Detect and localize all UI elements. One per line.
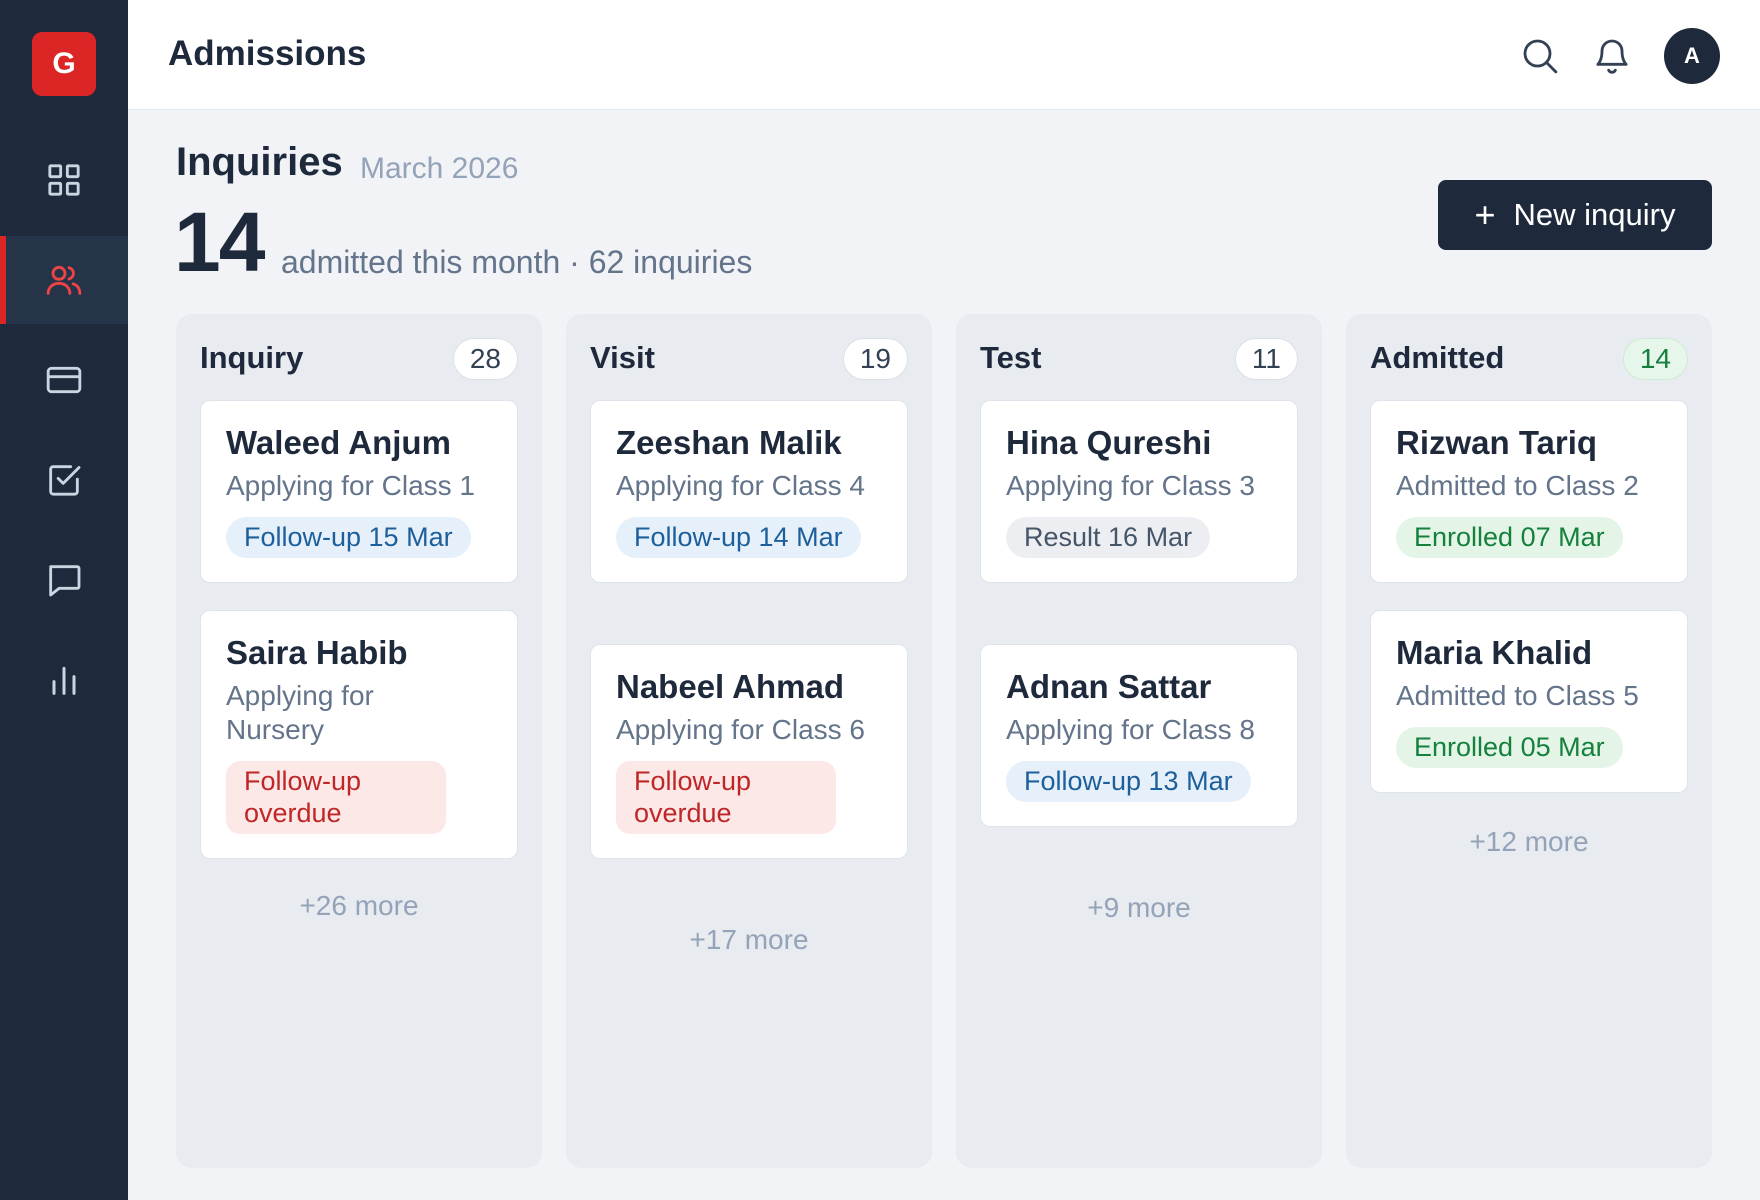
- column-inquiry: Inquiry 28 Waleed Anjum Applying for Cla…: [176, 314, 542, 1168]
- status-badge: Enrolled 05 Mar: [1396, 727, 1623, 768]
- column-test: Test 11 Hina Qureshi Applying for Class …: [956, 314, 1322, 1168]
- applicant-class: Applying for Class 8: [1006, 714, 1256, 745]
- applicant-name: Adnan Sattar: [1006, 668, 1212, 705]
- top-header: Admissions: [128, 0, 1760, 110]
- status-badge: Follow-up overdue: [616, 761, 836, 834]
- applicant-name: Nabeel Ahmad: [616, 668, 845, 705]
- column-admitted: Admitted 14 Rizwan Tariq Admitted to Cla…: [1346, 314, 1712, 1168]
- column-count-badge: 14: [1622, 338, 1688, 380]
- sidebar-item-admissions[interactable]: [0, 236, 128, 324]
- applicant-card[interactable]: Nabeel Ahmad Applying for Class 6 Follow…: [590, 644, 908, 859]
- plus-icon: +: [1474, 194, 1496, 235]
- checkbox-icon: [49, 465, 81, 496]
- applicant-name: Maria Khalid: [1396, 634, 1593, 671]
- applicant-name: Rizwan Tariq: [1396, 424, 1598, 461]
- applicant-card[interactable]: Maria Khalid Admitted to Class 5 Enrolle…: [1370, 610, 1688, 793]
- column-title: Admitted: [1370, 340, 1505, 375]
- card-icon: [46, 366, 82, 394]
- summary-text: admitted this month · 62 inquiries: [281, 244, 753, 280]
- status-badge: Enrolled 07 Mar: [1396, 517, 1623, 558]
- chat-icon: [49, 565, 81, 597]
- applicant-class: Applying for Nursery: [226, 680, 374, 745]
- applicant-card[interactable]: Hina Qureshi Applying for Class 3 Result…: [980, 400, 1298, 583]
- status-badge: Follow-up overdue: [226, 761, 446, 834]
- applicant-class: Admitted to Class 2: [1396, 470, 1639, 501]
- applicant-name: Waleed Anjum: [226, 424, 451, 461]
- status-badge: Result 16 Mar: [1006, 517, 1211, 558]
- column-title: Inquiry: [200, 340, 304, 375]
- new-inquiry-button[interactable]: + New inquiry: [1438, 180, 1712, 250]
- bell-icon: [1596, 39, 1628, 74]
- sidebar-item-dashboard[interactable]: [0, 136, 128, 224]
- app-logo[interactable]: G: [32, 32, 96, 96]
- applicant-card[interactable]: Saira Habib Applying for Nursery Follow-…: [200, 610, 518, 859]
- applicant-class: Applying for Class 3: [1006, 470, 1256, 501]
- column-title: Test: [980, 340, 1042, 375]
- search-icon: [1523, 39, 1558, 74]
- applicant-name: Zeeshan Malik: [616, 424, 842, 461]
- column-title: Visit: [590, 340, 655, 375]
- sidebar-item-fees[interactable]: [0, 336, 128, 424]
- header-title: Admissions: [168, 34, 367, 73]
- applicant-class: Applying for Class 6: [616, 714, 866, 745]
- column-visit: Visit 19 Zeeshan Malik Applying for Clas…: [566, 314, 932, 1168]
- more-link[interactable]: +12 more: [1346, 826, 1712, 858]
- applicant-card[interactable]: Rizwan Tariq Admitted to Class 2 Enrolle…: [1370, 400, 1688, 583]
- status-badge: Follow-up 14 Mar: [616, 517, 861, 558]
- sidebar: G: [0, 0, 128, 1200]
- grid-icon: [48, 164, 80, 196]
- status-badge: Follow-up 15 Mar: [226, 517, 471, 558]
- sidebar-item-messages[interactable]: [0, 536, 128, 624]
- column-count-badge: 28: [452, 338, 518, 380]
- users-icon: [46, 265, 82, 295]
- page-title: Inquiries: [176, 140, 343, 184]
- column-count-badge: 19: [842, 338, 908, 380]
- sidebar-item-reports[interactable]: [0, 636, 128, 724]
- more-link[interactable]: +9 more: [956, 892, 1322, 924]
- more-link[interactable]: +17 more: [566, 924, 932, 956]
- more-link[interactable]: +26 more: [176, 890, 542, 922]
- column-count-badge: 11: [1234, 338, 1298, 380]
- applicant-name: Hina Qureshi: [1006, 424, 1212, 461]
- sidebar-item-tasks[interactable]: [0, 436, 128, 524]
- applicant-card[interactable]: Waleed Anjum Applying for Class 1 Follow…: [200, 400, 518, 583]
- search-button[interactable]: [1519, 35, 1561, 77]
- applicant-name: Saira Habib: [226, 634, 408, 671]
- applicant-class: Applying for Class 1: [226, 470, 476, 501]
- applicant-card[interactable]: Adnan Sattar Applying for Class 8 Follow…: [980, 644, 1298, 827]
- page-subtitle: March 2026: [360, 152, 519, 185]
- bar-chart-icon: [52, 666, 76, 695]
- status-badge: Follow-up 13 Mar: [1006, 761, 1251, 802]
- new-inquiry-label: New inquiry: [1513, 197, 1676, 232]
- admitted-count: 14: [174, 195, 265, 289]
- applicant-card[interactable]: Zeeshan Malik Applying for Class 4 Follo…: [590, 400, 908, 583]
- notifications-button[interactable]: [1591, 35, 1633, 77]
- applicant-class: Admitted to Class 5: [1396, 680, 1639, 711]
- applicant-class: Applying for Class 4: [616, 470, 866, 501]
- user-avatar[interactable]: A: [1664, 28, 1720, 84]
